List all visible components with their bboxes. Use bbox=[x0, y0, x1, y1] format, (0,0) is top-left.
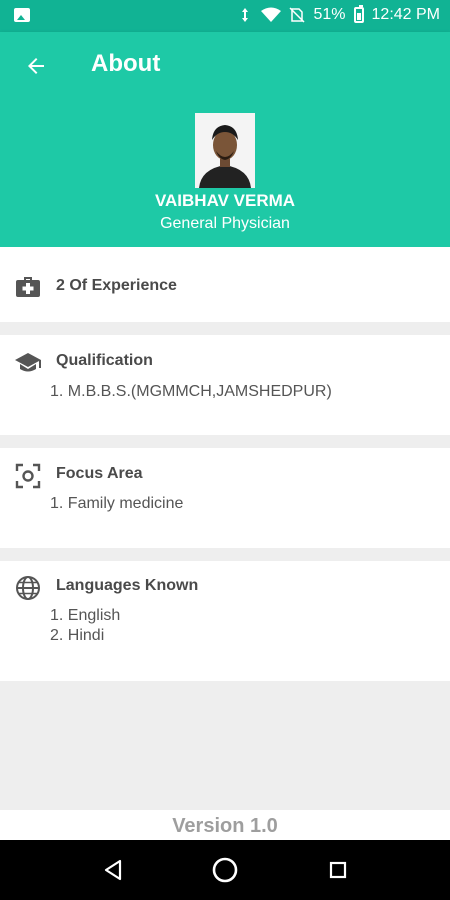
doctor-photo bbox=[195, 113, 255, 188]
wifi-icon bbox=[261, 7, 282, 22]
focus-area-card: Focus Area 1. Family medicine bbox=[0, 448, 450, 548]
back-triangle-icon[interactable] bbox=[98, 855, 128, 885]
experience-card: 2 Of Experience bbox=[0, 247, 450, 322]
globe-icon bbox=[14, 574, 42, 602]
focus-camera-icon bbox=[14, 462, 42, 490]
qualification-card: Qualification 1. M.B.B.S.(MGMMCH,JAMSHED… bbox=[0, 335, 450, 435]
language-item: 1. English bbox=[50, 607, 121, 624]
battery-percent: 51% bbox=[313, 6, 346, 23]
clock: 12:42 PM bbox=[371, 6, 440, 23]
battery-icon bbox=[353, 5, 364, 23]
language-item: 2. Hindi bbox=[50, 627, 105, 644]
version-label: Version 1.0 bbox=[172, 815, 278, 837]
profile-header: VAIBHAV VERMA General Physician bbox=[0, 102, 450, 247]
focus-area-title: Focus Area bbox=[56, 465, 143, 482]
experience-text: 2 Of Experience bbox=[56, 277, 177, 294]
app-bar: About bbox=[0, 32, 450, 102]
arrow-left-icon bbox=[28, 58, 44, 74]
page-title: About bbox=[91, 50, 161, 77]
back-button[interactable] bbox=[16, 46, 56, 86]
qualification-title: Qualification bbox=[56, 352, 153, 369]
qualification-item: 1. M.B.B.S.(MGMMCH,JAMSHEDPUR) bbox=[50, 383, 332, 400]
medical-bag-icon bbox=[14, 272, 42, 300]
languages-card: Languages Known 1. English 2. Hindi bbox=[0, 561, 450, 681]
languages-title: Languages Known bbox=[56, 577, 199, 594]
focus-area-item: 1. Family medicine bbox=[50, 495, 184, 512]
recents-square-icon[interactable] bbox=[323, 855, 353, 885]
doctor-name: VAIBHAV VERMA bbox=[154, 191, 296, 210]
data-arrows-icon bbox=[242, 8, 249, 22]
system-nav-bar bbox=[0, 840, 450, 900]
image-icon bbox=[14, 8, 30, 22]
status-bar: 51% 12:42 PM bbox=[0, 0, 450, 32]
home-circle-icon[interactable] bbox=[210, 855, 240, 885]
no-sim-icon bbox=[289, 7, 306, 23]
graduation-cap-icon bbox=[14, 349, 42, 377]
doctor-specialty: General Physician bbox=[160, 215, 290, 232]
